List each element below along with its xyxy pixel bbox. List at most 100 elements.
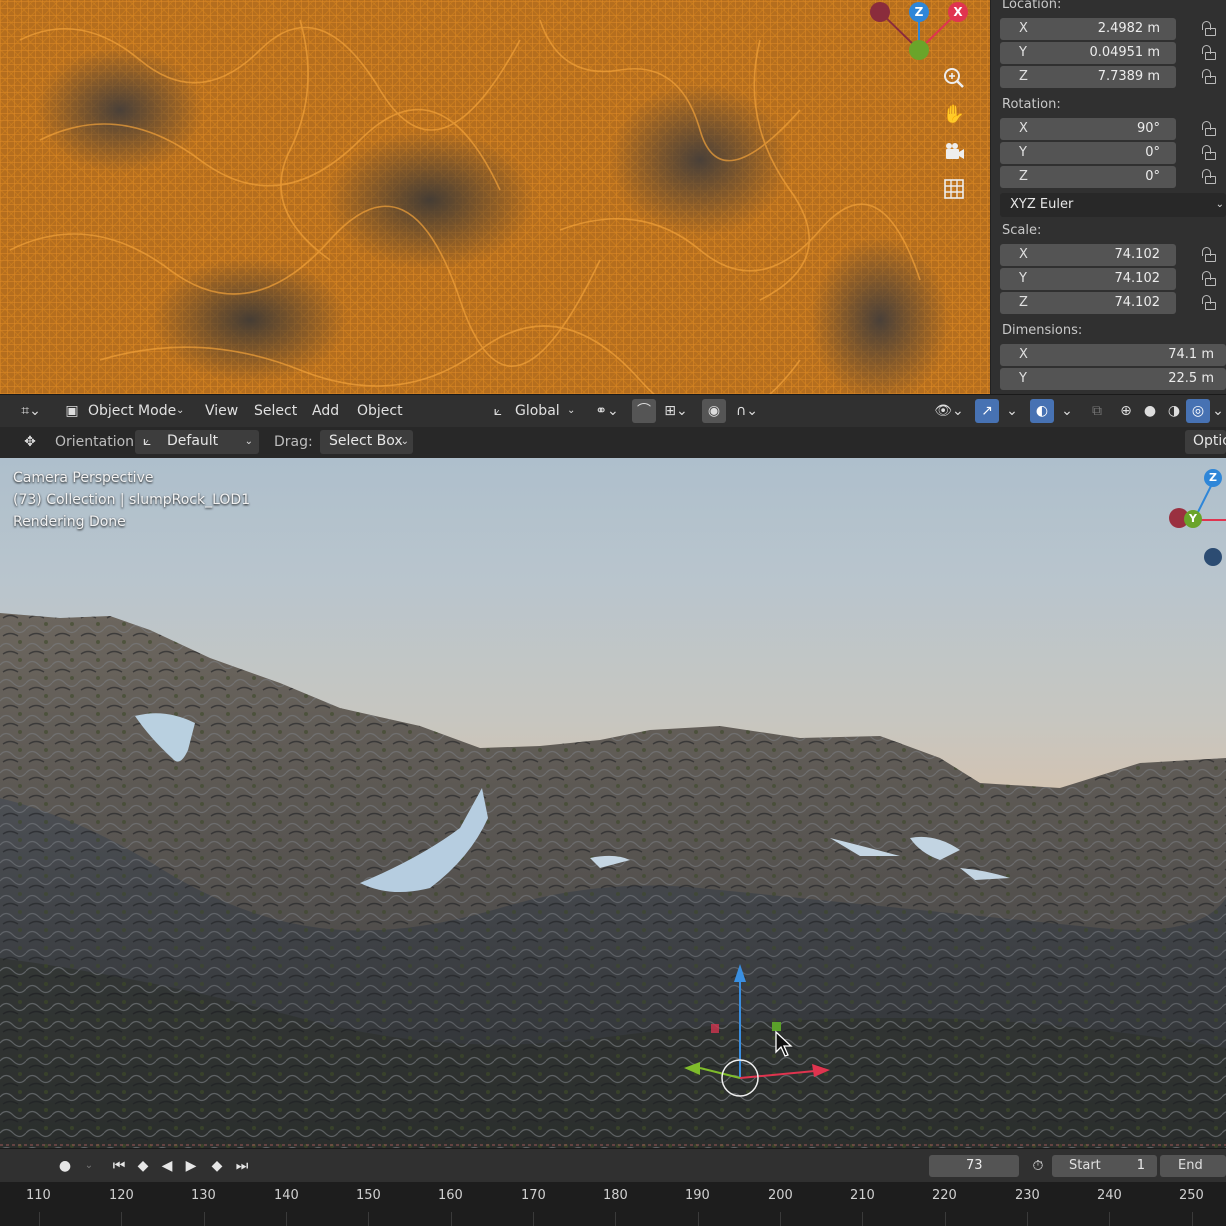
prev-keyframe-icon[interactable]: ◆ xyxy=(132,1156,154,1176)
ruler-tick xyxy=(204,1212,205,1226)
menu-select[interactable]: Select xyxy=(254,403,297,419)
mode-dropdown[interactable]: Object Mode xyxy=(88,403,176,419)
transform-gizmo[interactable] xyxy=(660,958,860,1118)
rendered-shading-icon[interactable]: ◎ xyxy=(1186,399,1210,423)
rotation-z-field[interactable]: Z 0° xyxy=(1000,166,1176,188)
play-icon[interactable]: ▶ xyxy=(180,1156,202,1176)
rendered-landscape xyxy=(0,613,1226,1148)
gizmo-y[interactable]: Y xyxy=(1184,510,1202,528)
overlays-dropdown-icon[interactable]: ⌄ xyxy=(1055,399,1079,423)
wireframe-viewport[interactable]: Z X ✋ xyxy=(0,0,990,394)
rotation-mode-select[interactable]: XYZ Euler ⌄ xyxy=(1000,193,1226,217)
jump-end-icon[interactable]: ⏭ xyxy=(231,1156,253,1176)
lock-icon[interactable] xyxy=(1200,169,1216,185)
editor-type-icon[interactable]: ⌗⌄ xyxy=(14,399,48,423)
visibility-icon[interactable]: 👁⌄ xyxy=(930,399,968,423)
lock-icon[interactable] xyxy=(1200,121,1216,137)
scale-x-field[interactable]: X 74.102 xyxy=(1000,244,1176,266)
menu-add[interactable]: Add xyxy=(312,403,339,419)
ruler-label: 200 xyxy=(768,1188,793,1203)
stopwatch-icon[interactable]: ⏱ xyxy=(1027,1156,1049,1176)
ruler-tick xyxy=(780,1212,781,1226)
lock-icon[interactable] xyxy=(1200,247,1216,263)
wireframe-shading-icon[interactable]: ⊕ xyxy=(1114,399,1138,423)
current-frame-field[interactable]: 73 xyxy=(929,1155,1019,1177)
viewport-nav-gizmo[interactable]: Y Z xyxy=(1160,468,1226,568)
dimensions-x-field[interactable]: X 74.1 m xyxy=(1000,344,1226,366)
grid-icon[interactable] xyxy=(940,175,968,203)
gizmo-dropdown-icon[interactable]: ⌄ xyxy=(1000,399,1024,423)
nav-gizmo[interactable]: Z X xyxy=(866,0,976,70)
play-reverse-icon[interactable]: ◀ xyxy=(156,1156,178,1176)
location-z-field[interactable]: Z 7.7389 m xyxy=(1000,66,1176,88)
transform-orientation-dropdown[interactable]: Global xyxy=(515,403,560,419)
rotation-mode-value: XYZ Euler xyxy=(1010,197,1074,212)
end-frame-field[interactable]: End xyxy=(1160,1155,1226,1177)
gizmo-x[interactable]: X xyxy=(948,2,968,22)
axis-label: X xyxy=(1019,247,1028,262)
solid-shading-icon[interactable]: ● xyxy=(1138,399,1162,423)
gizmo-z[interactable]: Z xyxy=(1204,469,1222,487)
jump-start-icon[interactable]: ⏮ xyxy=(108,1156,130,1176)
snap-icon[interactable]: ⌒ xyxy=(632,399,656,423)
orientation-dropdown[interactable]: ⟀ Default ⌄ xyxy=(135,430,259,454)
next-keyframe-icon[interactable]: ◆ xyxy=(206,1156,228,1176)
drag-dropdown[interactable]: Select Box ⌄ xyxy=(320,430,413,454)
start-frame-field[interactable]: Start 1 xyxy=(1052,1155,1157,1177)
scale-y-field[interactable]: Y 74.102 xyxy=(1000,268,1176,290)
lock-icon[interactable] xyxy=(1200,145,1216,161)
shading-dropdown-icon[interactable]: ⌄ xyxy=(1210,399,1226,423)
zoom-icon[interactable] xyxy=(940,64,968,92)
rotation-y-field[interactable]: Y 0° xyxy=(1000,142,1176,164)
xray-icon[interactable]: ⧉ xyxy=(1085,399,1109,423)
snap-target-icon[interactable]: ⊞⌄ xyxy=(658,399,694,423)
record-keyframe-icon[interactable]: ● xyxy=(54,1156,76,1176)
chevron-down-icon: ⌄ xyxy=(1215,199,1224,210)
gizmo-neg-z[interactable] xyxy=(1204,548,1222,566)
chevron-down-icon: ⌄ xyxy=(244,436,253,447)
scale-z-field[interactable]: Z 74.102 xyxy=(1000,292,1176,314)
overlays-toggle-icon[interactable]: ◐ xyxy=(1030,399,1054,423)
timeline-ruler[interactable]: 110 120 130 140 150 160 170 180 190 200 … xyxy=(0,1182,1226,1226)
field-value: 74.102 xyxy=(1114,247,1161,262)
axis-label: Y xyxy=(1019,271,1027,286)
menu-view[interactable]: View xyxy=(205,403,238,419)
hand-pan-icon[interactable]: ✋ xyxy=(940,101,968,129)
gizmo-toggle-icon[interactable]: ↗ xyxy=(975,399,999,423)
gizmo-neg-x[interactable] xyxy=(870,2,890,22)
ruler-tick xyxy=(121,1212,122,1226)
lock-icon[interactable] xyxy=(1200,45,1216,61)
gizmo-z[interactable]: Z xyxy=(909,2,929,22)
viewport-header: ⌗⌄ ▣ Object Mode ⌄ View Select Add Objec… xyxy=(0,394,1226,427)
drag-label: Drag: xyxy=(274,434,313,450)
ruler-tick xyxy=(286,1212,287,1226)
menu-object[interactable]: Object xyxy=(357,403,403,419)
drag-value: Select Box xyxy=(329,433,403,449)
rotation-x-field[interactable]: X 90° xyxy=(1000,118,1176,140)
gizmo-y[interactable] xyxy=(909,40,929,60)
keying-dropdown-icon[interactable]: ⌄ xyxy=(78,1156,100,1176)
pivot-point-icon[interactable]: ⚭⌄ xyxy=(590,399,624,423)
dimensions-y-field[interactable]: Y 22.5 m xyxy=(1000,368,1226,390)
location-x-field[interactable]: X 2.4982 m xyxy=(1000,18,1176,40)
location-y-field[interactable]: Y 0.04951 m xyxy=(1000,42,1176,64)
proportional-edit-icon[interactable]: ◉ xyxy=(702,399,726,423)
ruler-label: 220 xyxy=(932,1188,957,1203)
lock-icon[interactable] xyxy=(1200,295,1216,311)
lock-icon[interactable] xyxy=(1200,69,1216,85)
options-label: Optic xyxy=(1193,433,1226,449)
lock-icon[interactable] xyxy=(1200,271,1216,287)
camera-icon[interactable] xyxy=(940,138,968,166)
ruler-label: 210 xyxy=(850,1188,875,1203)
ruler-label: 150 xyxy=(356,1188,381,1203)
axis-label: X xyxy=(1019,121,1028,136)
lock-icon[interactable] xyxy=(1200,21,1216,37)
ruler-tick xyxy=(945,1212,946,1226)
falloff-icon[interactable]: ∩⌄ xyxy=(730,399,764,423)
3d-viewport[interactable]: Camera Perspective (73) Collection | slu… xyxy=(0,458,1226,1148)
dimensions-label: Dimensions: xyxy=(1002,323,1083,338)
ruler-tick xyxy=(451,1212,452,1226)
ruler-tick xyxy=(533,1212,534,1226)
options-button[interactable]: Optic xyxy=(1185,430,1226,454)
material-shading-icon[interactable]: ◑ xyxy=(1162,399,1186,423)
